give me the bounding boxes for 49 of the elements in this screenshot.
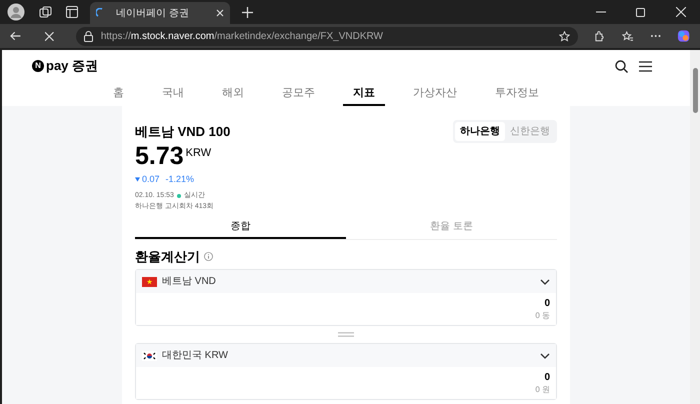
amount-in-words: 0 원 <box>535 384 550 394</box>
currency-name: 대한민국 KRW <box>162 349 229 363</box>
calculator-title: 환율계산기 <box>135 248 200 266</box>
nav-tab[interactable]: 가상자산 <box>403 82 467 106</box>
nav-tab[interactable]: 홈 <box>103 82 134 106</box>
tab-actions-icon[interactable] <box>66 6 78 18</box>
currency-name: 베트남 VND <box>162 275 217 289</box>
favorites-icon[interactable] <box>622 30 634 42</box>
price-value: 5.73 <box>135 143 184 170</box>
currency-selector[interactable]: 베트남 VND <box>136 270 556 293</box>
maximize-icon[interactable] <box>636 8 645 16</box>
currency-selector[interactable]: 대한민국 KRW <box>136 344 556 367</box>
price-unit: KRW <box>186 146 212 161</box>
quote-title: 베트남 VND 100 <box>135 122 230 141</box>
back-arrow-icon[interactable] <box>10 31 22 41</box>
change-amount: 0.07 <box>142 173 160 186</box>
nav-tab[interactable]: 해외 <box>212 82 254 106</box>
content-tab[interactable]: 종합 <box>135 216 346 238</box>
tab-title: 네이버페이 증권 <box>116 6 190 20</box>
nav-tab[interactable]: 공모주 <box>272 82 325 106</box>
profile-icon[interactable] <box>7 3 25 21</box>
change-percent: -1.21% <box>166 173 194 186</box>
copilot-icon[interactable] <box>676 29 690 43</box>
search-icon[interactable] <box>615 60 628 72</box>
star-icon[interactable] <box>558 30 570 42</box>
scrollbar[interactable] <box>690 50 700 404</box>
nav-tab[interactable]: 국내 <box>152 82 194 106</box>
close-window-icon[interactable] <box>676 7 686 17</box>
address-bar[interactable]: https://m.stock.naver.com/marketindex/exchange/FX_VNDKRW <box>76 26 578 46</box>
info-icon[interactable] <box>204 252 213 261</box>
workspaces-icon[interactable] <box>39 6 52 18</box>
browser-tab[interactable]: 네이버페이 증권 <box>90 2 230 24</box>
lock-icon <box>84 30 93 42</box>
chevron-down-icon <box>540 278 550 284</box>
minimize-icon[interactable] <box>596 11 606 13</box>
close-icon[interactable] <box>216 9 224 17</box>
chevron-down-icon <box>540 352 550 358</box>
stop-loading-icon[interactable] <box>45 32 54 40</box>
amount-in-words: 0 동 <box>535 310 550 320</box>
extensions-icon[interactable] <box>594 30 604 42</box>
amount-input[interactable]: 0 <box>544 372 550 384</box>
nav-tab[interactable]: 투자정보 <box>485 82 549 106</box>
npay-logo[interactable]: N pay 증권 <box>32 56 98 76</box>
menu-icon[interactable] <box>639 60 652 72</box>
equals-icon <box>338 332 354 337</box>
amount-input[interactable]: 0 <box>544 298 550 310</box>
new-tab-icon[interactable] <box>242 6 253 18</box>
bank-option[interactable]: 하나은행 <box>455 122 505 141</box>
url-text: https://m.stock.naver.com/marketindex/exchange/FX_VNDKRW <box>100 30 384 44</box>
